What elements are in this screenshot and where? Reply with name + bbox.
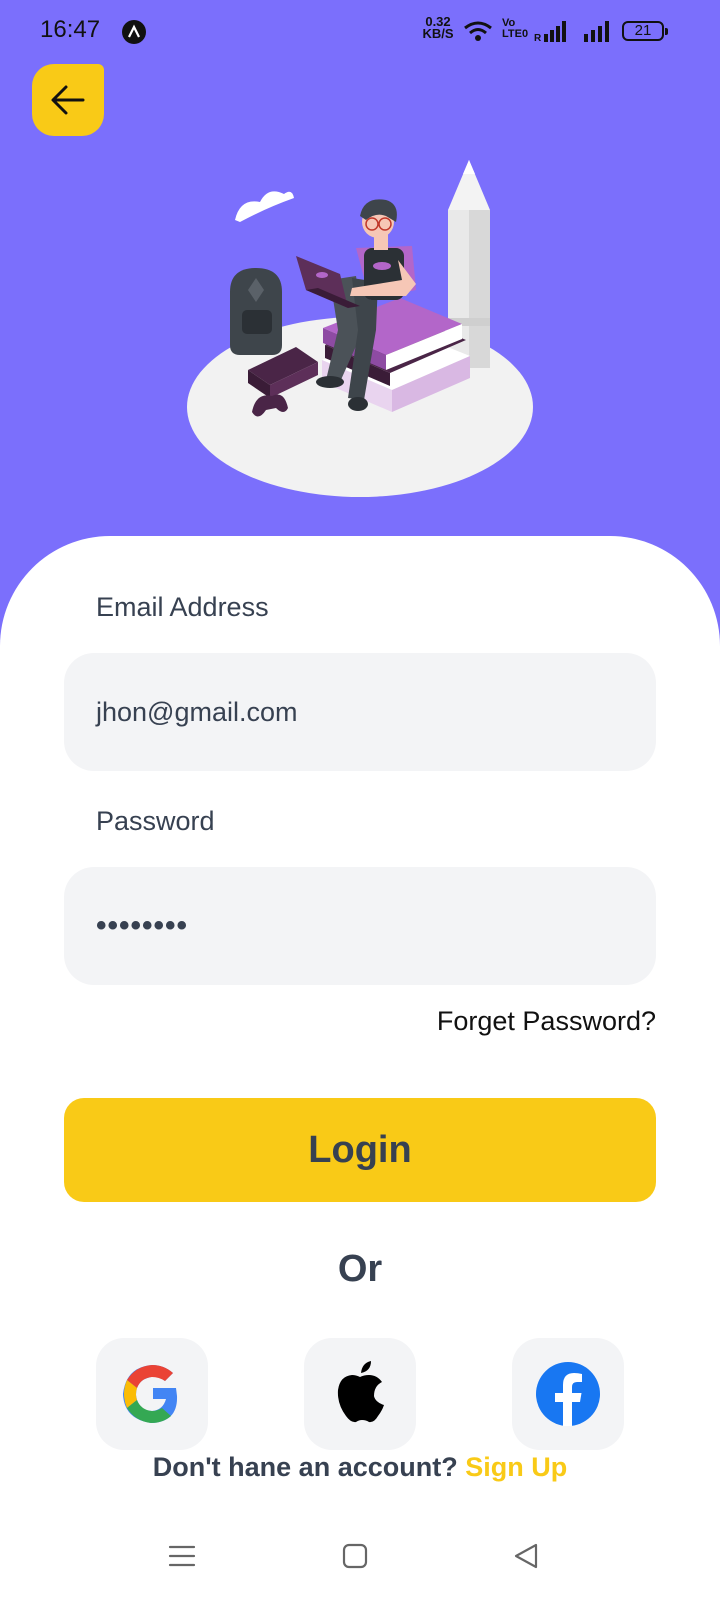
signal-strength-icon-2 — [584, 21, 609, 42]
facebook-icon — [536, 1362, 600, 1426]
apple-login-button[interactable] — [304, 1338, 416, 1450]
forget-password-link[interactable]: Forget Password? — [437, 1006, 656, 1037]
cloud-shape — [235, 191, 294, 222]
signup-prompt: Don't hane an account? — [152, 1452, 458, 1482]
google-login-button[interactable] — [96, 1338, 208, 1450]
email-label: Email Address — [96, 592, 269, 622]
apple-icon — [337, 1361, 384, 1423]
password-label: Password — [96, 806, 215, 836]
or-divider-text: Or — [337, 1248, 383, 1290]
back-button[interactable] — [32, 64, 104, 136]
system-nav-bar — [0, 1520, 720, 1600]
password-value: •••••••• — [96, 909, 189, 942]
login-button[interactable]: Login — [64, 1098, 656, 1202]
student-illustration — [187, 160, 533, 497]
svg-text:R: R — [534, 33, 542, 42]
signal-strength-icon: R — [534, 21, 566, 42]
network-speed-unit: KB/S — [422, 26, 454, 41]
email-value: jhon@gmail.com — [96, 697, 298, 727]
menu-icon[interactable] — [168, 1542, 196, 1570]
volte-indicator: Vo LTE0 — [502, 18, 528, 40]
network-speed: 0.32 KB/S — [421, 15, 455, 41]
arrow-left-icon — [51, 85, 85, 115]
square-home-icon[interactable] — [341, 1542, 369, 1570]
google-icon — [123, 1365, 178, 1423]
signup-link[interactable]: Sign Up — [465, 1452, 567, 1482]
password-field[interactable]: •••••••• — [64, 867, 656, 985]
facebook-login-button[interactable] — [512, 1338, 624, 1450]
volte-bottom: LTE0 — [502, 28, 529, 40]
signup-row: Don't hane an account? Sign Up — [0, 1452, 720, 1483]
triangle-back-icon[interactable] — [512, 1542, 540, 1570]
backpack-shape — [230, 268, 282, 355]
status-bar: 16:47 0.32 KB/S Vo LTE0 R 21 — [0, 0, 720, 64]
app-notification-icon — [122, 20, 146, 44]
battery-icon: 21 — [622, 21, 668, 41]
email-field[interactable]: jhon@gmail.com — [64, 653, 656, 771]
wifi-icon — [464, 21, 492, 41]
status-time: 16:47 — [40, 16, 101, 43]
